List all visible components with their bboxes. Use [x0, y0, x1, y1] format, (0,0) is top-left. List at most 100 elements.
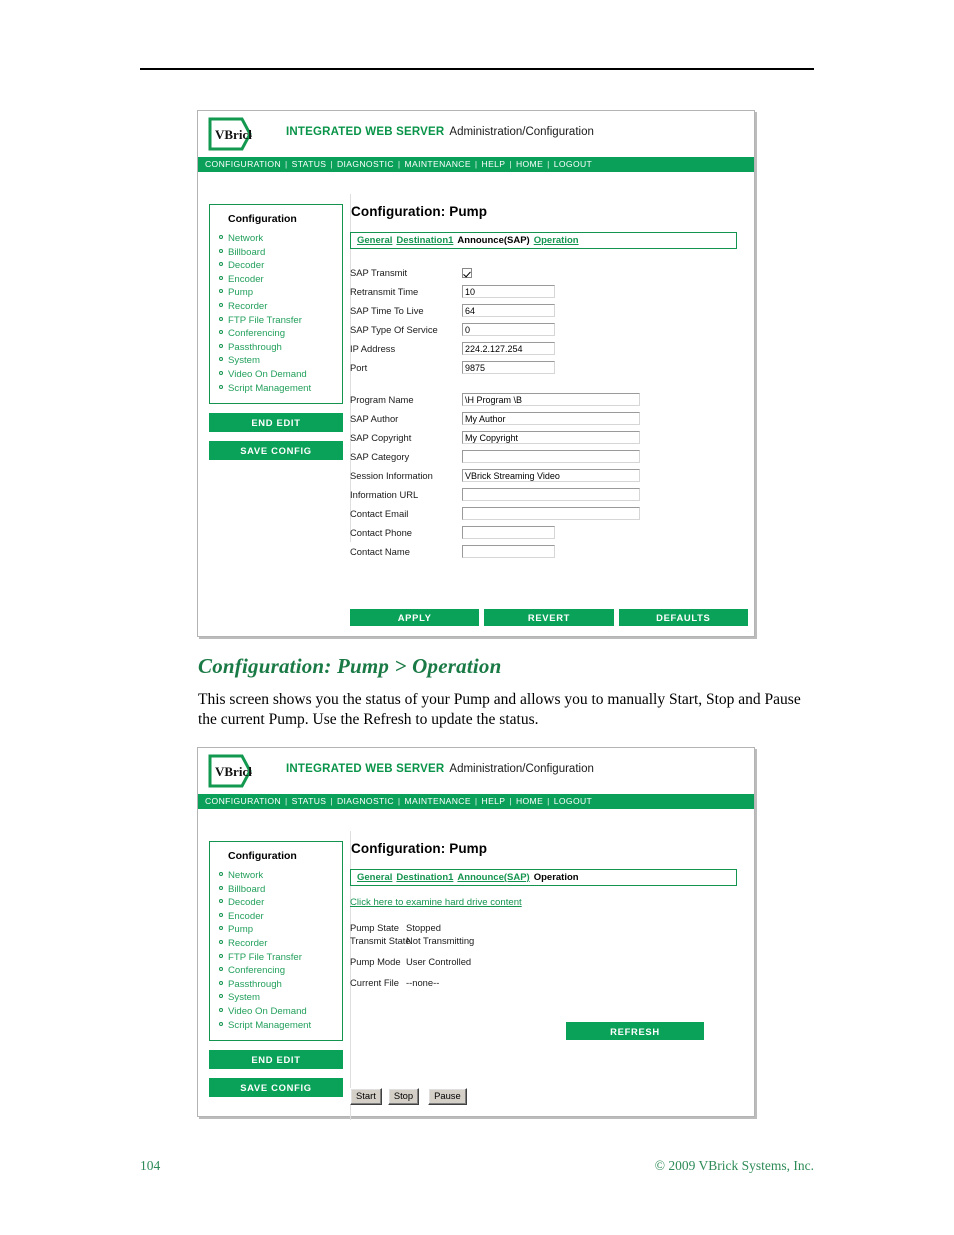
bullet-icon	[219, 343, 223, 348]
sidebar-item-network[interactable]: Network	[216, 232, 338, 246]
contact-name-input[interactable]	[462, 545, 555, 558]
ip-address-input[interactable]: 224.2.127.254	[462, 342, 555, 355]
sap-copyright-input[interactable]: My Copyright	[462, 431, 640, 444]
svg-text:VBrick: VBrick	[215, 127, 252, 142]
webserver-title: INTEGRATED WEB SERVER Administration/Conf…	[286, 763, 594, 775]
field-row-sap-type-of-service: SAP Type Of Service 0	[350, 320, 748, 339]
sidebar-item-label: Recorder	[228, 937, 268, 949]
stop-button[interactable]: Stop	[387, 1088, 420, 1105]
sidebar-item-recorder[interactable]: Recorder	[216, 937, 338, 951]
nav-item-configuration[interactable]: CONFIGURATION	[205, 796, 281, 806]
port-input[interactable]: 9875	[462, 361, 555, 374]
sidebar-item-label: System	[228, 355, 260, 367]
nav-item-status[interactable]: STATUS	[292, 159, 327, 169]
save-config-button[interactable]: SAVE CONFIG	[209, 441, 343, 461]
sidebar-item-video-on-demand[interactable]: Video On Demand	[216, 368, 338, 382]
tab-general[interactable]: General	[357, 235, 392, 246]
nav-item-help[interactable]: HELP	[482, 796, 506, 806]
apply-button[interactable]: APPLY	[350, 609, 480, 626]
nav-item-configuration[interactable]: CONFIGURATION	[205, 159, 281, 169]
field-label: SAP Time To Live	[350, 305, 424, 316]
sidebar-item-script-management[interactable]: Script Management	[216, 1019, 338, 1033]
pause-button[interactable]: Pause	[428, 1088, 467, 1105]
contact-email-input[interactable]	[462, 507, 640, 520]
sap-author-input[interactable]: My Author	[462, 412, 640, 425]
nav-item-status[interactable]: STATUS	[292, 796, 327, 806]
sidebar-item-passthrough[interactable]: Passthrough	[216, 978, 338, 992]
sidebar-item-video-on-demand[interactable]: Video On Demand	[216, 1005, 338, 1019]
sidebar-item-label: Decoder	[228, 897, 265, 909]
action-bar: APPLY REVERT DEFAULTS	[350, 609, 748, 626]
sidebar-item-script-management[interactable]: Script Management	[216, 382, 338, 396]
webserver-navbar[interactable]: CONFIGURATION | STATUS | DIAGNOSTIC | MAINTENA…	[198, 157, 754, 172]
webserver-navbar[interactable]: CONFIGURATION | STATUS | DIAGNOSTIC | MAINTENA…	[198, 794, 754, 809]
refresh-button[interactable]: REFRESH	[566, 1022, 704, 1040]
sidebar-item-recorder[interactable]: Recorder	[216, 300, 338, 314]
tab-destination1[interactable]: Destination1	[396, 235, 453, 246]
bullet-icon	[219, 926, 223, 931]
contact-phone-input[interactable]	[462, 526, 555, 539]
hard-drive-content-link[interactable]: Click here to examine hard drive content	[350, 897, 748, 908]
information-url-input[interactable]	[462, 488, 640, 501]
screenshot-announce-sap: VBrick INTEGRATED WEB SERVER Administrati…	[197, 110, 755, 637]
tab-destination1[interactable]: Destination1	[396, 872, 453, 883]
nav-separator: |	[509, 159, 512, 169]
sidebar-item-label: Script Management	[228, 1019, 312, 1031]
sidebar-item-billboard[interactable]: Billboard	[216, 246, 338, 260]
tab-general[interactable]: General	[357, 872, 392, 883]
sidebar-item-conferencing[interactable]: Conferencing	[216, 964, 338, 978]
section-heading: Configuration: Pump > Operation	[198, 654, 502, 678]
sidebar-item-decoder[interactable]: Decoder	[216, 259, 338, 273]
retransmit-time-input[interactable]: 10	[462, 285, 555, 298]
nav-separator: |	[547, 159, 550, 169]
field-row-information-url: Information URL	[350, 485, 748, 504]
start-button[interactable]: Start	[350, 1088, 382, 1105]
sidebar-item-network[interactable]: Network	[216, 869, 338, 883]
tab-announce-sap[interactable]: Announce(SAP)	[457, 872, 529, 883]
bullet-icon	[219, 980, 223, 985]
sidebar-item-conferencing[interactable]: Conferencing	[216, 327, 338, 341]
field-row-sap-category: SAP Category	[350, 447, 748, 466]
end-edit-button[interactable]: END EDIT	[209, 413, 343, 433]
webserver-body: Configuration Network Billboard Decoder …	[198, 172, 754, 638]
tabbar[interactable]: General Destination1 Announce(SAP) Operatio…	[350, 232, 737, 249]
sidebar-item-ftp-file-transfer[interactable]: FTP File Transfer	[216, 314, 338, 328]
page-title: Configuration: Pump	[351, 841, 488, 856]
session-information-input[interactable]: VBrick Streaming Video	[462, 469, 640, 482]
sidebar-item-pump[interactable]: Pump	[216, 923, 338, 937]
nav-item-logout[interactable]: LOGOUT	[554, 159, 592, 169]
revert-button[interactable]: REVERT	[484, 609, 614, 626]
nav-item-home[interactable]: HOME	[516, 796, 543, 806]
defaults-button[interactable]: DEFAULTS	[618, 609, 748, 626]
nav-item-diagnostic[interactable]: DIAGNOSTIC	[337, 796, 394, 806]
nav-item-maintenance[interactable]: MAINTENANCE	[405, 796, 471, 806]
sidebar-item-label: Pump	[228, 924, 254, 936]
sap-time-to-live-input[interactable]: 64	[462, 304, 555, 317]
bullet-icon	[219, 316, 223, 321]
tab-operation[interactable]: Operation	[534, 235, 579, 246]
sidebar-item-system[interactable]: System	[216, 354, 338, 368]
sap-type-of-service-input[interactable]: 0	[462, 323, 555, 336]
sidebar-item-encoder[interactable]: Encoder	[216, 273, 338, 287]
nav-item-diagnostic[interactable]: DIAGNOSTIC	[337, 159, 394, 169]
sap-transmit-checkbox[interactable]	[462, 267, 472, 278]
tabbar[interactable]: General Destination1 Announce(SAP) Operatio…	[350, 869, 737, 886]
sidebar-item-billboard[interactable]: Billboard	[216, 883, 338, 897]
bullet-icon	[219, 370, 223, 375]
sidebar-item-pump[interactable]: Pump	[216, 286, 338, 300]
sidebar-item-encoder[interactable]: Encoder	[216, 910, 338, 924]
nav-item-help[interactable]: HELP	[482, 159, 506, 169]
nav-item-logout[interactable]: LOGOUT	[554, 796, 592, 806]
sap-metadata-group: Program Name \H Program \B SAP Author My…	[350, 390, 748, 561]
save-config-button[interactable]: SAVE CONFIG	[209, 1078, 343, 1098]
end-edit-button[interactable]: END EDIT	[209, 1050, 343, 1070]
sap-category-input[interactable]	[462, 450, 640, 463]
sidebar-item-passthrough[interactable]: Passthrough	[216, 341, 338, 355]
nav-item-home[interactable]: HOME	[516, 159, 543, 169]
nav-item-maintenance[interactable]: MAINTENANCE	[405, 159, 471, 169]
sidebar-item-system[interactable]: System	[216, 991, 338, 1005]
program-name-input[interactable]: \H Program \B	[462, 393, 640, 406]
sidebar-item-ftp-file-transfer[interactable]: FTP File Transfer	[216, 951, 338, 965]
sidebar-item-decoder[interactable]: Decoder	[216, 896, 338, 910]
status-value: Stopped	[406, 922, 441, 933]
